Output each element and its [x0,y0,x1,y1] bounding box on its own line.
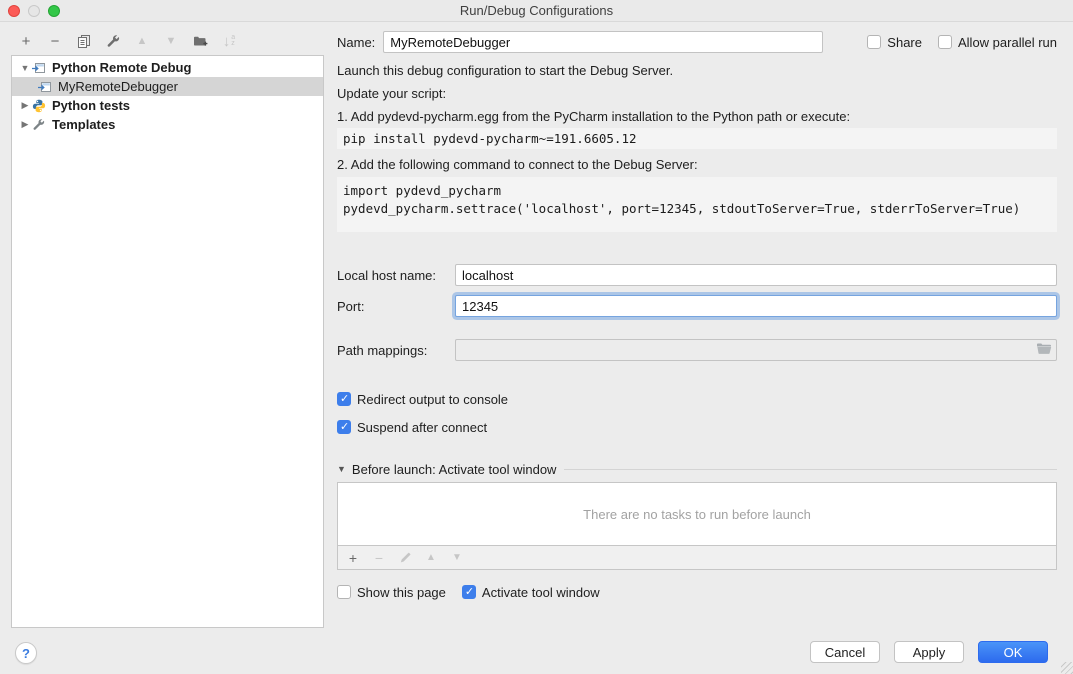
tree-item-label: Templates [52,117,115,132]
add-configuration-icon[interactable]: + [16,31,36,51]
move-down-icon[interactable]: ▼ [161,31,181,51]
help-button[interactable]: ? [15,642,37,664]
description-step-1: 1. Add pydevd-pycharm.egg from the PyCha… [337,108,1057,125]
tree-item-python-tests[interactable]: ▶ Python tests [12,96,323,115]
redirect-output-row: Redirect output to console [337,391,1057,407]
question-mark-icon: ? [22,646,30,661]
remove-configuration-icon[interactable]: − [45,31,65,51]
before-launch-title: Before launch: Activate tool window [352,462,557,477]
suspend-after-connect-row: Suspend after connect [337,419,1057,435]
allow-parallel-run-checkbox[interactable] [938,35,952,49]
path-mappings-input[interactable] [455,339,1057,361]
chevron-expanded-icon[interactable]: ▼ [18,63,32,73]
activate-tool-window-checkbox[interactable] [462,585,476,599]
zoom-window-button[interactable] [48,5,60,17]
separator-line [564,469,1057,470]
name-input[interactable] [383,31,823,53]
edit-task-pencil-icon[interactable] [396,549,414,567]
wrench-icon [32,118,48,132]
sort-letters: az [231,35,235,47]
redirect-output-label: Redirect output to console [357,392,508,407]
dialog-buttons: Cancel Apply OK [810,641,1048,663]
tree-item-label: MyRemoteDebugger [58,79,178,94]
settrace-code-block: import pydevd_pycharm pydevd_pycharm.set… [337,177,1057,232]
share-label: Share [887,35,922,50]
suspend-after-connect-checkbox[interactable] [337,420,351,434]
suspend-after-connect-label: Suspend after connect [357,420,487,435]
tree-item-myremotedebugger[interactable]: MyRemoteDebugger [12,77,323,96]
chevron-collapsed-icon[interactable]: ▶ [18,119,32,130]
before-launch-empty-text: There are no tasks to run before launch [583,507,811,522]
before-launch-header[interactable]: ▼ Before launch: Activate tool window [337,461,1057,477]
edit-defaults-wrench-icon[interactable] [103,31,123,51]
local-host-label: Local host name: [337,268,455,283]
share-checkbox[interactable] [867,35,881,49]
window-title: Run/Debug Configurations [0,3,1073,18]
description-line-2: Update your script: [337,85,1057,102]
page-options-row: Show this page Activate tool window [337,583,1057,601]
tree-item-python-remote-debug[interactable]: ▼ Python Remote Debug [12,58,323,77]
apply-button[interactable]: Apply [894,641,964,663]
move-up-icon[interactable]: ▲ [132,31,152,51]
sort-arrow-glyph: ↓ [223,34,231,49]
collapse-triangle-icon[interactable]: ▼ [337,464,346,474]
configurations-tree: ▼ Python Remote Debug MyRemoteDebugger ▶ [11,55,324,628]
allow-parallel-run-label: Allow parallel run [958,35,1057,50]
port-row: Port: [337,295,1057,317]
chevron-collapsed-icon[interactable]: ▶ [18,100,32,111]
port-label: Port: [337,299,455,314]
redirect-output-checkbox[interactable] [337,392,351,406]
port-input[interactable] [455,295,1057,317]
path-mappings-row: Path mappings: [337,339,1057,361]
resize-grip[interactable] [1061,662,1073,674]
name-row: Name: Share Allow parallel run [337,30,1057,54]
tree-item-label: Python tests [52,98,130,113]
name-label: Name: [337,35,375,50]
cancel-button[interactable]: Cancel [810,641,880,663]
remote-debug-config-icon [38,80,54,94]
activate-tool-window-label: Activate tool window [482,585,600,600]
show-this-page-label: Show this page [357,585,446,600]
ok-button[interactable]: OK [978,641,1048,663]
remote-debug-config-icon [32,61,48,75]
settrace-code-line-1: import pydevd_pycharm [343,182,1051,200]
add-task-icon[interactable]: + [344,549,362,567]
title-bar[interactable]: Run/Debug Configurations [0,0,1073,22]
settrace-code-line-2: pydevd_pycharm.settrace('localhost', por… [343,200,1051,218]
description-step-2: 2. Add the following command to connect … [337,156,1057,173]
tree-item-templates[interactable]: ▶ Templates [12,115,323,134]
configurations-toolbar: + − ▲ ▼ ↓ az [16,29,239,53]
new-folder-icon[interactable] [190,31,210,51]
close-window-button[interactable] [8,5,20,17]
path-mappings-label: Path mappings: [337,343,455,358]
sort-alphabetically-icon[interactable]: ↓ az [219,31,239,51]
tree-item-label: Python Remote Debug [52,60,191,75]
python-icon [32,99,48,113]
configuration-form: Name: Share Allow parallel run Launch th… [337,30,1057,601]
remove-task-icon[interactable]: − [370,549,388,567]
browse-folder-icon[interactable] [1036,342,1052,358]
show-this-page-checkbox[interactable] [337,585,351,599]
before-launch-toolbar: + − ▲ ▼ [337,546,1057,570]
move-task-down-icon[interactable]: ▼ [448,549,466,567]
local-host-row: Local host name: [337,264,1057,286]
minimize-window-button[interactable] [28,5,40,17]
move-task-up-icon[interactable]: ▲ [422,549,440,567]
pip-install-command: pip install pydevd-pycharm~=191.6605.12 [337,128,1057,149]
local-host-input[interactable] [455,264,1057,286]
before-launch-task-list[interactable]: There are no tasks to run before launch [337,482,1057,546]
description-line-1: Launch this debug configuration to start… [337,62,1057,79]
copy-configuration-icon[interactable] [74,31,94,51]
traffic-lights [0,5,60,17]
